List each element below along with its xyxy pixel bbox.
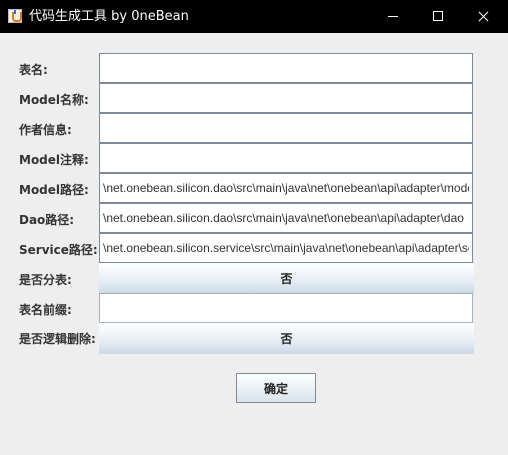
table-prefix-label: 表名前缀:	[19, 303, 72, 317]
model-name-label: Model名称:	[19, 93, 89, 107]
service-path-label: Service路径:	[19, 243, 98, 257]
close-icon[interactable]	[460, 0, 506, 33]
minimize-icon[interactable]	[370, 0, 416, 33]
logic-delete-toggle-button[interactable]: 否	[99, 323, 474, 354]
model-path-input[interactable]	[100, 174, 472, 202]
author-info-field-box	[99, 113, 473, 143]
java-cup-icon	[8, 9, 22, 23]
model-name-field-box	[99, 83, 473, 113]
table-name-input[interactable]	[100, 54, 472, 82]
maximize-icon[interactable]	[415, 0, 461, 33]
author-info-input[interactable]	[100, 114, 472, 142]
dao-path-field-box	[99, 203, 473, 233]
split-table-label: 是否分表:	[19, 273, 72, 287]
table-name-field-box	[99, 53, 473, 83]
model-path-field-box	[99, 173, 473, 203]
service-path-input[interactable]	[100, 234, 472, 262]
model-name-input[interactable]	[100, 84, 472, 112]
dao-path-label: Dao路径:	[19, 213, 75, 227]
model-comment-input[interactable]	[100, 144, 472, 172]
model-comment-field-box	[99, 143, 473, 173]
window-title: 代码生成工具 by 0neBean	[29, 9, 189, 24]
service-path-field-box	[99, 233, 473, 263]
confirm-button[interactable]: 确定	[236, 373, 316, 403]
split-table-toggle-button[interactable]: 否	[99, 263, 474, 294]
logic-delete-label: 是否逻辑删除:	[19, 332, 96, 346]
title-bar: 代码生成工具 by 0neBean	[0, 0, 508, 33]
model-comment-label: Model注释:	[19, 153, 89, 167]
table-prefix-field-box	[99, 293, 473, 323]
table-name-label: 表名:	[19, 63, 48, 77]
author-info-label: 作者信息:	[19, 123, 72, 137]
dao-path-input[interactable]	[100, 204, 472, 232]
model-path-label: Model路径:	[19, 183, 89, 197]
table-prefix-input[interactable]	[100, 294, 472, 322]
